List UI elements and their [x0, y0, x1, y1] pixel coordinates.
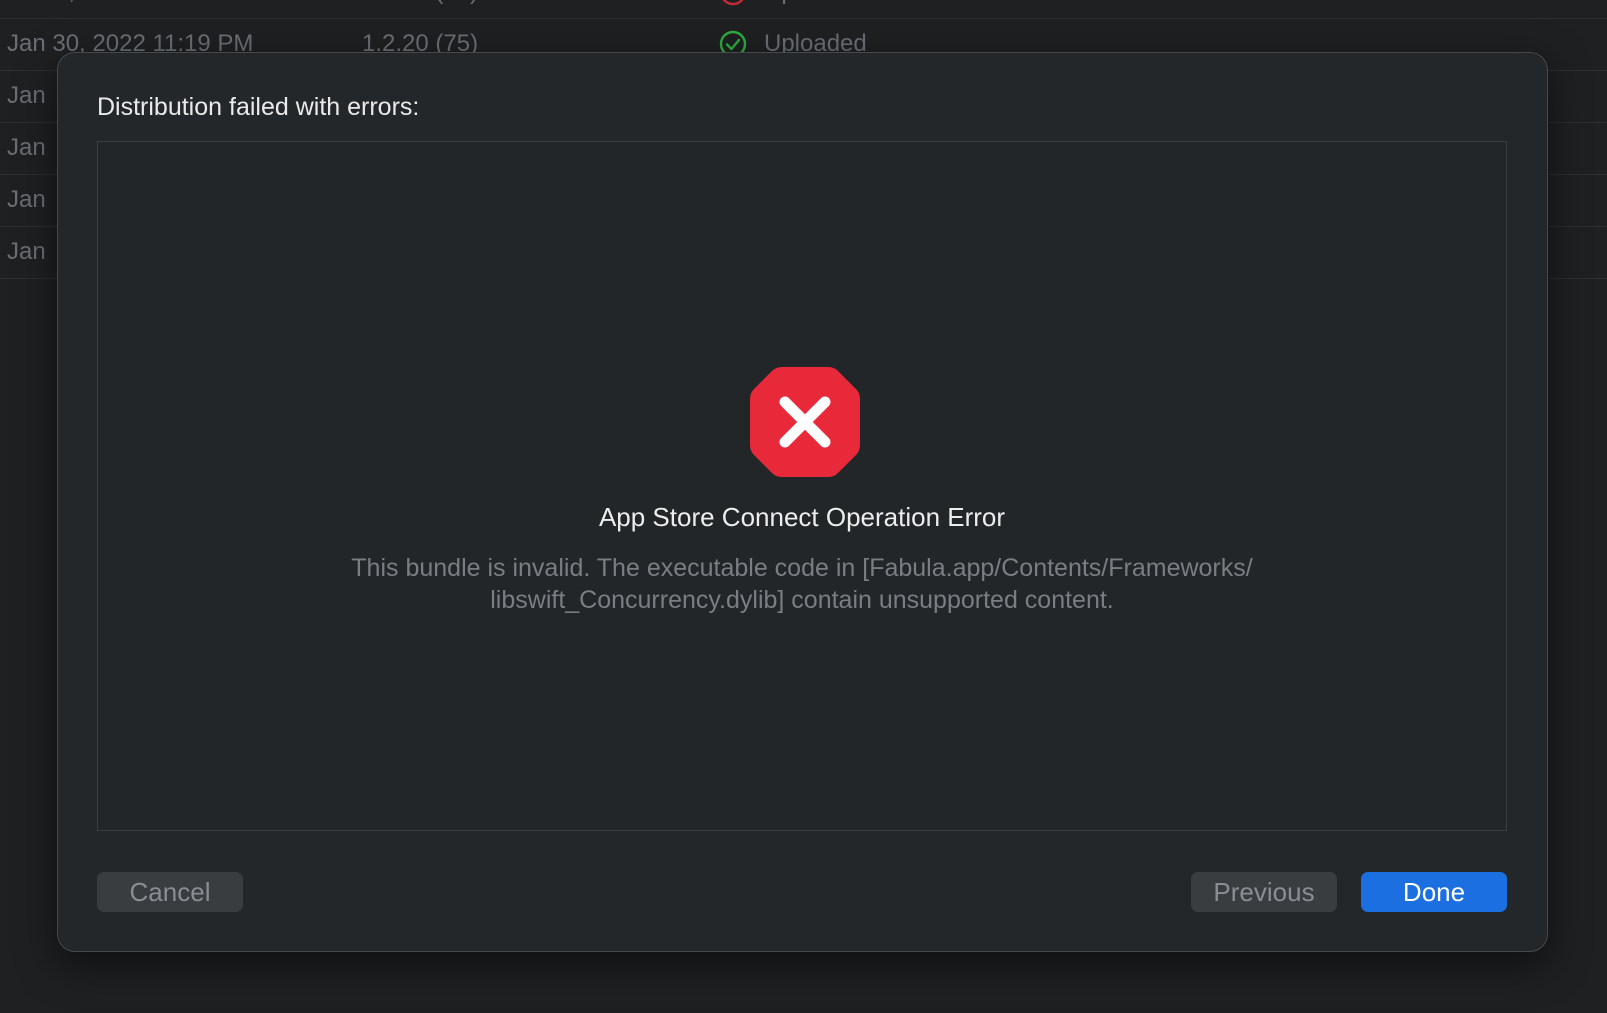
previous-button[interactable]: Previous [1191, 872, 1337, 912]
row-status: Upload failed [764, 0, 904, 18]
error-circle-icon [722, 0, 744, 6]
error-heading: App Store Connect Operation Error [598, 502, 1006, 532]
error-details-panel: App Store Connect Operation Error This b… [97, 141, 1507, 831]
error-message: This bundle is invalid. The executable c… [351, 554, 1253, 614]
error-octagon-icon [750, 367, 860, 477]
row-date: Jan [7, 82, 46, 109]
row-date: Jan [7, 134, 46, 161]
row-date: Jan [7, 186, 46, 213]
dialog-title: Distribution failed with errors: [97, 93, 420, 121]
row-version: 1.2.23 (80) [362, 0, 478, 18]
cancel-button[interactable]: Cancel [97, 872, 243, 912]
done-button[interactable]: Done [1361, 872, 1507, 912]
distribution-error-dialog: Distribution failed with errors: App Sto… [57, 52, 1548, 952]
row-date: Feb 3, 2022 2:35 PM [7, 0, 231, 18]
table-row[interactable]: Feb 3, 2022 2:35 PM 1.2.23 (80) Upload f… [0, 0, 1607, 19]
row-date: Jan [7, 238, 46, 265]
